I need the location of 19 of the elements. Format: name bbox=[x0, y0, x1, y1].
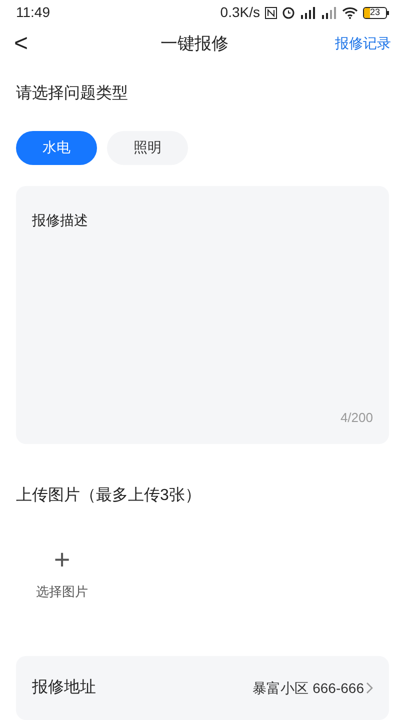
signal-icon bbox=[321, 6, 337, 19]
battery-icon: 23 bbox=[363, 6, 389, 19]
type-chip[interactable]: 水电 bbox=[16, 130, 97, 164]
alarm-icon bbox=[282, 6, 295, 20]
status-time: 11:49 bbox=[16, 3, 50, 22]
network-speed: 0.3K/s bbox=[220, 3, 260, 22]
nfc-icon bbox=[265, 6, 277, 19]
signal-icon bbox=[300, 6, 316, 19]
wifi-icon bbox=[342, 6, 358, 19]
char-counter: 4/200 bbox=[340, 408, 373, 426]
type-chip[interactable]: 照明 bbox=[107, 130, 188, 164]
repair-records-link[interactable]: 报修记录 bbox=[335, 33, 391, 54]
section-title: 请选择问题类型 bbox=[16, 84, 129, 104]
chevron-icon bbox=[366, 682, 373, 694]
address-row[interactable]: 报修地址 暴富小区 666-666 bbox=[16, 656, 389, 720]
upload-title: 上传图片（最多上传3张） bbox=[16, 486, 202, 506]
back-button[interactable]: < bbox=[14, 26, 54, 62]
page-title: 一键报修 bbox=[160, 32, 228, 55]
select-image-button[interactable]: + 选择图片 bbox=[28, 546, 96, 601]
